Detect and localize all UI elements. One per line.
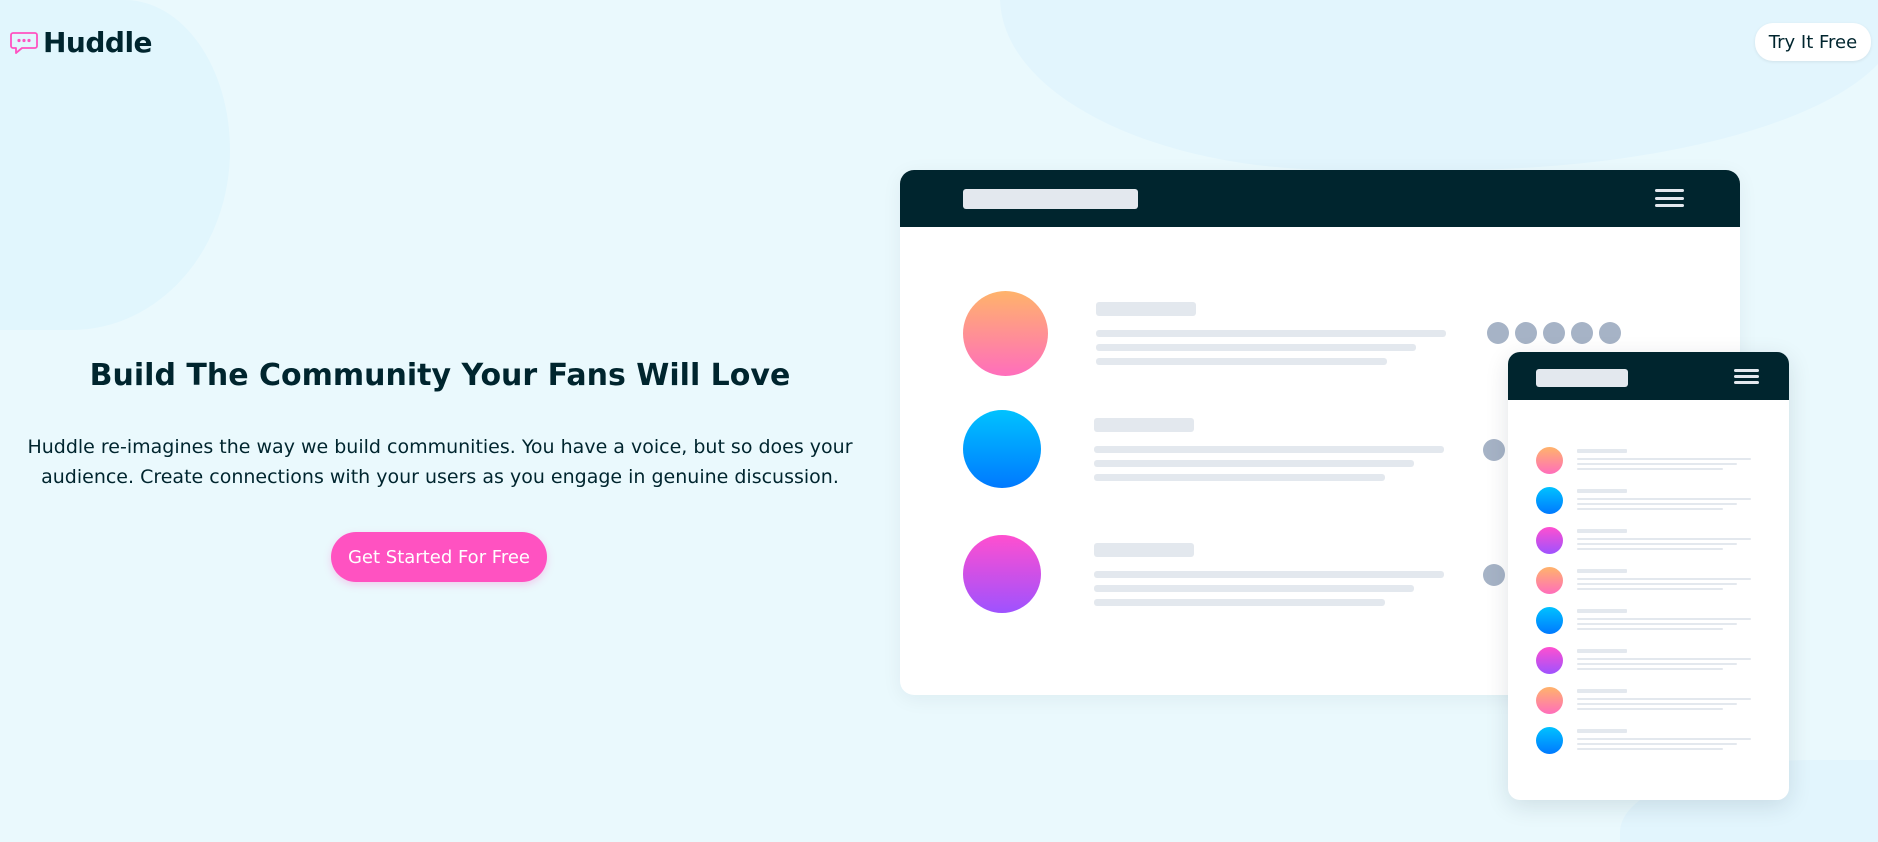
mobile-mockup-navbar: [1508, 352, 1789, 400]
logo-text: Huddle: [43, 26, 153, 59]
text-placeholder: [1577, 658, 1751, 660]
avatar: [1536, 647, 1563, 674]
avatar: [963, 291, 1048, 376]
text-placeholder: [1096, 344, 1416, 351]
text-placeholder: [1577, 538, 1751, 540]
text-placeholder: [1577, 698, 1751, 700]
menu-icon: [1734, 369, 1759, 384]
text-placeholder: [1577, 489, 1627, 493]
reaction-dot: [1599, 322, 1621, 344]
text-placeholder: [1094, 571, 1444, 578]
text-placeholder: [1577, 628, 1723, 630]
text-placeholder: [1577, 588, 1723, 590]
text-placeholder: [1577, 668, 1723, 670]
hero-title: Build The Community Your Fans Will Love: [89, 358, 791, 393]
avatar: [963, 535, 1041, 613]
text-placeholder: [1577, 529, 1627, 533]
mobile-mockup-title-placeholder: [1536, 369, 1628, 387]
text-placeholder: [1577, 689, 1627, 693]
avatar: [1536, 727, 1563, 754]
menu-icon: [1655, 189, 1684, 207]
reaction-dot: [1571, 322, 1593, 344]
text-placeholder: [1577, 449, 1627, 453]
text-placeholder: [1577, 508, 1723, 510]
text-placeholder: [1577, 543, 1737, 545]
reaction-dot: [1543, 322, 1565, 344]
get-started-button[interactable]: Get Started For Free: [331, 532, 547, 582]
text-placeholder: [1577, 703, 1737, 705]
chat-bubble-icon: [10, 31, 38, 54]
text-placeholder: [1577, 609, 1627, 613]
text-placeholder: [1577, 623, 1737, 625]
background-blob-top: [1000, 0, 1878, 170]
text-placeholder: [1096, 302, 1196, 316]
text-placeholder: [1094, 474, 1385, 481]
text-placeholder: [1577, 663, 1737, 665]
hero-description: Huddle re-imagines the way we build comm…: [27, 436, 853, 488]
reaction-dot: [1515, 322, 1537, 344]
text-placeholder: [1577, 729, 1627, 733]
text-placeholder: [1094, 446, 1444, 453]
text-placeholder: [1577, 708, 1723, 710]
text-placeholder: [1577, 498, 1751, 500]
text-placeholder: [1577, 578, 1751, 580]
text-placeholder: [1096, 358, 1387, 365]
text-placeholder: [1577, 548, 1723, 550]
desktop-mockup-title-placeholder: [963, 189, 1138, 209]
reaction-dot: [1483, 564, 1505, 586]
text-placeholder: [1577, 458, 1751, 460]
text-placeholder: [1094, 585, 1414, 592]
avatar: [1536, 527, 1563, 554]
text-placeholder: [1094, 418, 1194, 432]
text-placeholder: [1577, 503, 1737, 505]
avatar: [963, 410, 1041, 488]
logo-link[interactable]: Huddle: [10, 26, 153, 59]
text-placeholder: [1577, 463, 1737, 465]
text-placeholder: [1577, 743, 1737, 745]
text-placeholder: [1096, 330, 1446, 337]
desktop-mockup-navbar: [900, 170, 1740, 227]
text-placeholder: [1577, 569, 1627, 573]
text-placeholder: [1577, 468, 1723, 470]
avatar: [1536, 487, 1563, 514]
text-placeholder: [1094, 543, 1194, 557]
avatar: [1536, 607, 1563, 634]
text-placeholder: [1577, 583, 1737, 585]
text-placeholder: [1577, 618, 1751, 620]
text-placeholder: [1577, 748, 1723, 750]
text-placeholder: [1577, 649, 1627, 653]
avatar: [1536, 687, 1563, 714]
reaction-dot: [1487, 322, 1509, 344]
text-placeholder: [1094, 460, 1414, 467]
reaction-dot: [1483, 439, 1505, 461]
mobile-mockup: [1508, 352, 1789, 800]
avatar: [1536, 447, 1563, 474]
text-placeholder: [1577, 738, 1751, 740]
text-placeholder: [1094, 599, 1385, 606]
avatar: [1536, 567, 1563, 594]
try-it-free-button[interactable]: Try It Free: [1755, 23, 1871, 61]
